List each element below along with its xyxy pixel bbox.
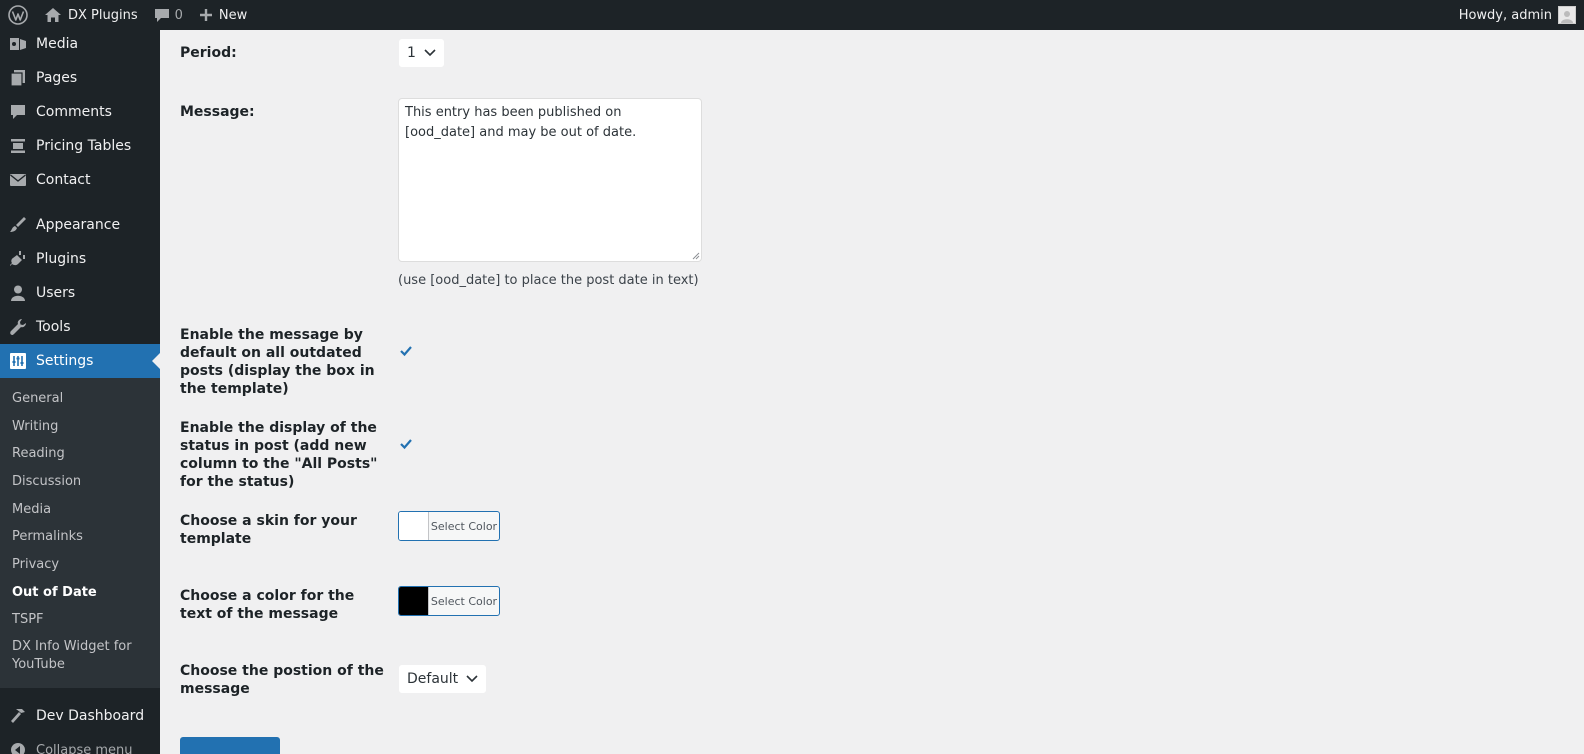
sidebar-item-dev-dashboard[interactable]: Dev Dashboard xyxy=(0,699,160,733)
period-value: 1 xyxy=(407,45,416,61)
admin-bar: DX Plugins 0 New Howdy, admin xyxy=(0,0,1584,30)
pricing-tables-icon xyxy=(0,137,36,155)
settings-content: Period: 1 Message: This entry has been p… xyxy=(160,30,1584,754)
comments-count: 0 xyxy=(174,7,183,23)
save-changes-button[interactable] xyxy=(180,737,280,754)
pages-icon xyxy=(0,69,36,87)
sidebar-item-media[interactable]: Media xyxy=(0,30,160,61)
avatar xyxy=(1558,6,1576,24)
new-content-link[interactable]: New xyxy=(191,0,255,30)
text-color-swatch xyxy=(399,587,429,615)
brush-icon xyxy=(0,216,36,234)
sidebar-item-label: Tools xyxy=(36,319,71,335)
sidebar-item-comments[interactable]: Comments xyxy=(0,95,160,129)
sidebar-item-pages[interactable]: Pages xyxy=(0,61,160,95)
checkmark-icon xyxy=(400,439,412,450)
period-select[interactable]: 1 xyxy=(398,38,445,68)
settings-submenu: General Writing Reading Discussion Media… xyxy=(0,378,160,689)
sidebar-item-plugins[interactable]: Plugins xyxy=(0,242,160,276)
text-color-label: Choose a color for the text of the messa… xyxy=(180,588,355,622)
sidebar-item-label: Settings xyxy=(36,353,94,369)
sidebar-item-tools[interactable]: Tools xyxy=(0,310,160,344)
sidebar-item-pricing-tables[interactable]: Pricing Tables xyxy=(0,129,160,163)
admin-sidebar: Media Pages Comments Pricing Tables Cont… xyxy=(0,30,160,754)
sidebar-item-label: Pages xyxy=(36,70,78,86)
sidebar-item-contact[interactable]: Contact xyxy=(0,163,160,197)
submenu-item-general[interactable]: General xyxy=(0,385,160,413)
site-name-text: DX Plugins xyxy=(68,7,138,23)
sidebar-item-appearance[interactable]: Appearance xyxy=(0,208,160,242)
sidebar-item-label: Appearance xyxy=(36,217,121,233)
period-label: Period: xyxy=(180,45,237,61)
position-value: Default xyxy=(407,671,459,687)
enable-status-label: Enable the display of the status in post… xyxy=(180,420,378,490)
resize-handle-icon[interactable] xyxy=(692,252,700,260)
message-textarea[interactable]: This entry has been published on [ood_da… xyxy=(398,98,702,262)
account-menu[interactable]: Howdy, admin xyxy=(1451,0,1584,30)
home-icon xyxy=(45,8,61,22)
mail-icon xyxy=(0,171,36,189)
user-icon xyxy=(0,284,36,302)
chevron-down-icon xyxy=(466,675,478,683)
skin-color-picker[interactable]: Select Color xyxy=(398,511,500,541)
skin-color-swatch xyxy=(399,512,429,540)
message-hint: (use [ood_date] to place the post date i… xyxy=(398,273,699,288)
submenu-item-out-of-date[interactable]: Out of Date xyxy=(0,579,160,607)
sidebar-item-label: Media xyxy=(36,36,79,52)
submenu-item-writing[interactable]: Writing xyxy=(0,413,160,441)
submenu-item-tspf[interactable]: TSPF xyxy=(0,607,160,635)
sidebar-item-users[interactable]: Users xyxy=(0,276,160,310)
submenu-item-reading[interactable]: Reading xyxy=(0,440,160,468)
message-value: This entry has been published on [ood_da… xyxy=(405,105,637,140)
sidebar-item-label: Pricing Tables xyxy=(36,138,132,154)
wrench-icon xyxy=(0,318,36,336)
submenu-item-dx-info-widget[interactable]: DX Info Widget for YouTube xyxy=(0,634,160,680)
checkmark-icon xyxy=(400,346,412,357)
site-name-link[interactable]: DX Plugins xyxy=(36,0,146,30)
sidebar-item-label: Comments xyxy=(36,104,112,120)
media-icon xyxy=(0,35,36,53)
hammer-icon xyxy=(0,707,36,725)
howdy-text: Howdy, admin xyxy=(1458,7,1552,23)
collapse-icon xyxy=(0,742,36,754)
message-label: Message: xyxy=(180,104,255,120)
comment-bubble-icon xyxy=(154,8,169,22)
sidebar-item-label: Plugins xyxy=(36,251,87,267)
submenu-item-discussion[interactable]: Discussion xyxy=(0,468,160,496)
submenu-item-privacy[interactable]: Privacy xyxy=(0,551,160,579)
collapse-menu-label: Collapse menu xyxy=(36,742,133,754)
position-select[interactable]: Default xyxy=(398,664,488,694)
new-label: New xyxy=(218,7,248,23)
settings-icon xyxy=(0,352,36,370)
comments-icon xyxy=(0,103,36,121)
sidebar-item-label: Dev Dashboard xyxy=(36,708,145,725)
text-color-picker[interactable]: Select Color xyxy=(398,586,500,616)
text-select-color-label: Select Color xyxy=(430,594,498,608)
sidebar-item-label: Users xyxy=(36,285,76,301)
comments-link[interactable]: 0 xyxy=(146,0,191,30)
skin-select-color-label: Select Color xyxy=(430,519,498,533)
plug-icon xyxy=(0,250,36,268)
enable-default-label: Enable the message by default on all out… xyxy=(180,327,375,397)
enable-status-checkbox[interactable] xyxy=(398,436,414,452)
sidebar-item-label: Contact xyxy=(36,172,91,188)
chevron-down-icon xyxy=(424,49,436,57)
position-label: Choose the postion of the message xyxy=(180,663,384,697)
skin-label: Choose a skin for your template xyxy=(180,513,357,547)
enable-default-checkbox[interactable] xyxy=(398,343,414,359)
plus-icon xyxy=(199,9,212,21)
collapse-menu-button[interactable]: Collapse menu xyxy=(0,733,160,754)
wordpress-logo-icon[interactable] xyxy=(0,0,36,30)
submenu-item-permalinks[interactable]: Permalinks xyxy=(0,523,160,551)
sidebar-item-settings[interactable]: Settings xyxy=(0,344,160,378)
submenu-item-media[interactable]: Media xyxy=(0,496,160,524)
